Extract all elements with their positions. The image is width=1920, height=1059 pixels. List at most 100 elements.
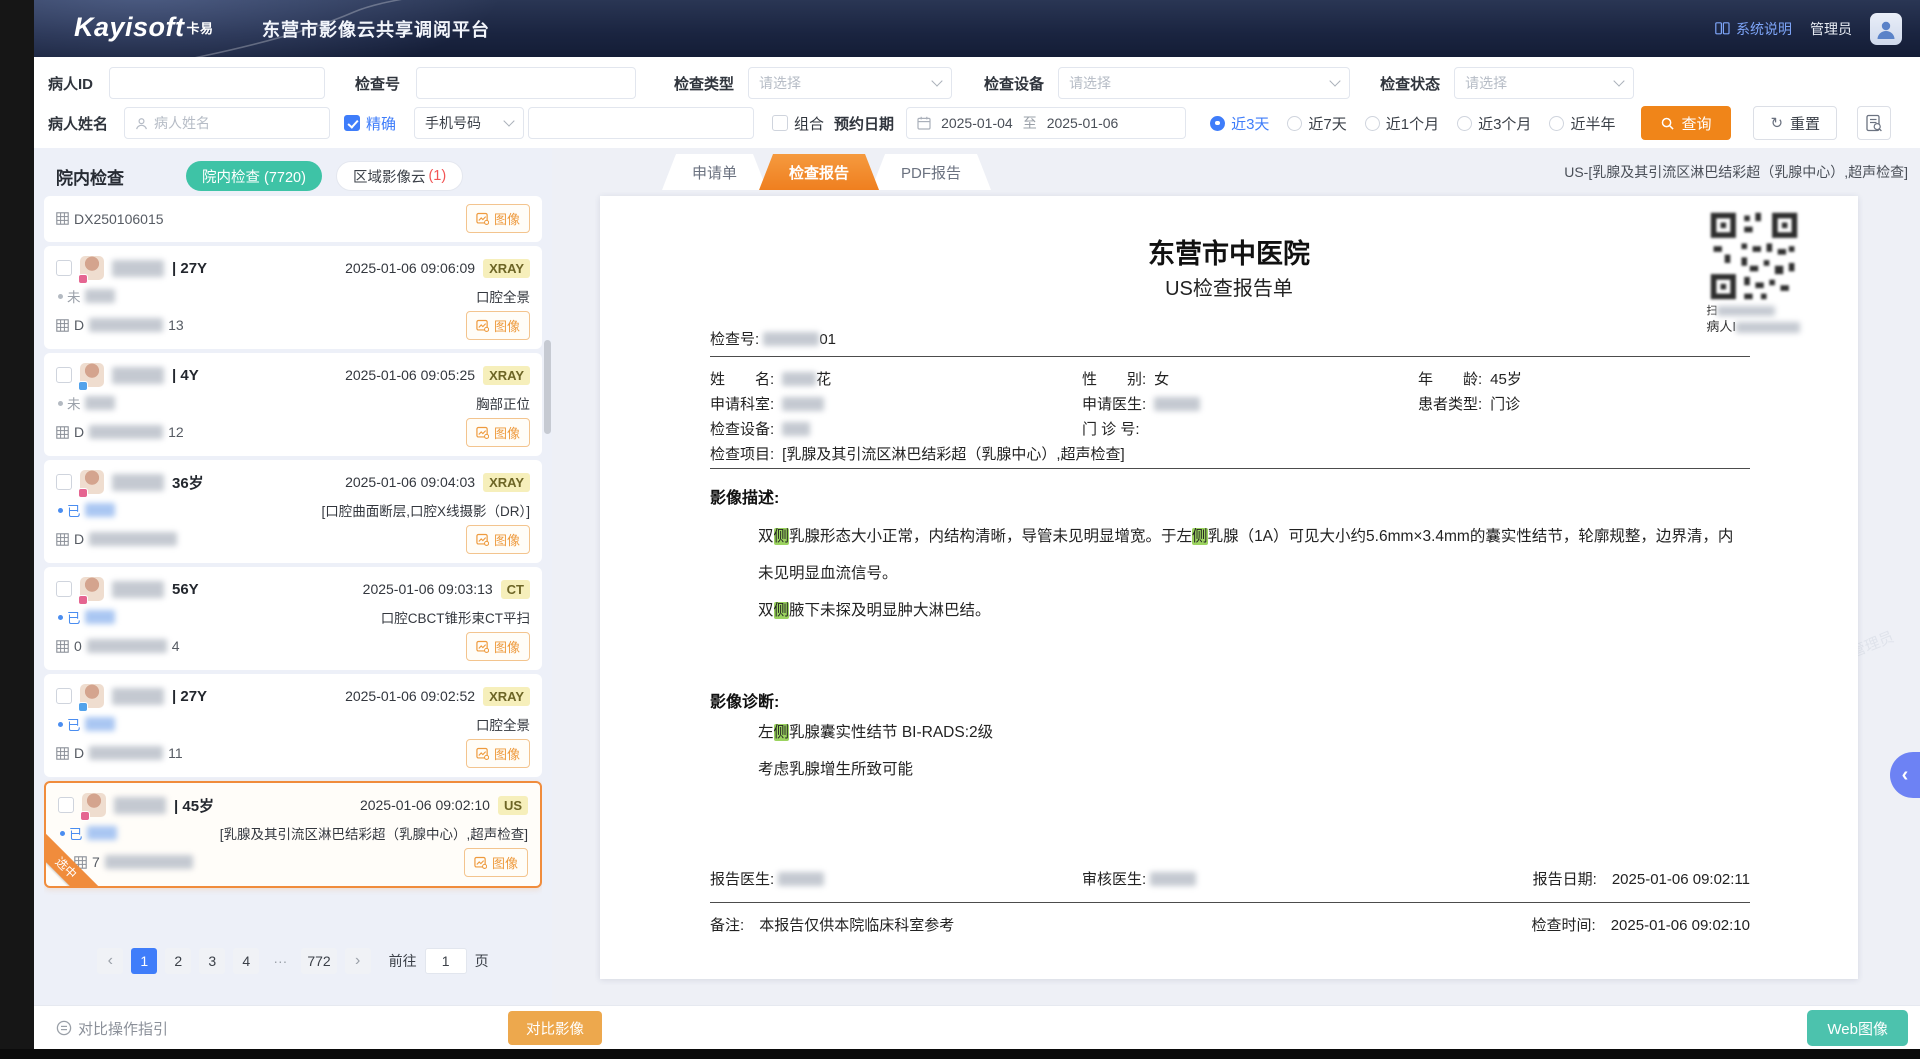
combo-checkbox[interactable] [772, 115, 788, 131]
patient-avatar [80, 470, 104, 494]
phone-input[interactable] [528, 107, 754, 139]
range-7days[interactable]: 近7天 [1287, 113, 1346, 134]
qr-code [1708, 210, 1800, 302]
chevron-down-icon [931, 75, 942, 86]
patient-name-label: 病人姓名 [48, 113, 108, 134]
image-icon [476, 212, 489, 225]
reset-button[interactable]: ↻ 重置 [1753, 106, 1837, 140]
range-halfyear[interactable]: 近半年 [1549, 113, 1615, 134]
image-button[interactable]: 图像 [466, 525, 530, 554]
system-help-link[interactable]: 系统说明 [1715, 19, 1792, 39]
exam-checkbox[interactable] [56, 581, 72, 597]
filter-bar: 病人ID 检查号 检查类型 请选择 检查设备 请选择 检查状态 请选择 病人姓名… [34, 57, 1920, 148]
tab-hospital-exams[interactable]: 院内检查 (7720) [186, 161, 322, 191]
device-select[interactable]: 请选择 [1058, 67, 1350, 99]
range-3months[interactable]: 近3个月 [1457, 113, 1531, 134]
patient-id-label: 病人ID [48, 73, 93, 94]
image-button[interactable]: 图像 [466, 632, 530, 661]
name-label: 姓 名: [710, 371, 774, 388]
exam-card-partial[interactable]: DX250106015 图像 [44, 196, 542, 242]
patient-id-input[interactable] [109, 67, 325, 99]
exam-card[interactable]: 36岁 2025-01-06 09:04:03 XRAY 已 [口腔曲面断层,口… [44, 460, 542, 563]
image-button[interactable]: 图像 [466, 418, 530, 447]
diag-section-body: 左侧乳腺囊实性结节 BI-RADS:2级考虑乳腺增生所致可能 [758, 714, 1748, 788]
layout-tool-button[interactable] [1857, 106, 1891, 140]
report-doc-title: US检查报告单 [600, 272, 1858, 301]
image-button[interactable]: 图像 [466, 204, 530, 233]
exam-no-input[interactable] [416, 67, 636, 99]
search-icon [1661, 117, 1674, 130]
exam-card[interactable]: | 4Y 2025-01-06 09:05:25 XRAY 未 胸部正位 D12… [44, 353, 542, 456]
sex-label: 性 别: [1082, 371, 1146, 388]
exam-description: 胸部正位 [476, 393, 530, 413]
note-label: 备注: [710, 917, 744, 934]
date-range-picker[interactable]: 2025-01-04 至 2025-01-06 [906, 107, 1186, 139]
user-avatar[interactable] [1870, 13, 1902, 45]
image-button[interactable]: 图像 [464, 848, 528, 877]
exam-datetime: 2025-01-06 09:04:03 [345, 474, 475, 490]
tab-exam-report[interactable]: 检查报告 [759, 154, 879, 190]
page-ellipsis[interactable]: ··· [267, 948, 293, 974]
page-next-button[interactable]: › [345, 948, 371, 974]
exam-checkbox[interactable] [58, 797, 74, 813]
image-button[interactable]: 图像 [466, 311, 530, 340]
report-paper: 东营市中医院 US检查报告单 扫 病人I 检查号: 01 姓 名:花 性 别 [600, 196, 1858, 979]
exam-checkbox[interactable] [56, 688, 72, 704]
radio-icon [1365, 116, 1380, 131]
patient-avatar [80, 256, 104, 280]
phone-field-select[interactable]: 手机号码 [414, 107, 524, 139]
patient-avatar [80, 577, 104, 601]
search-button[interactable]: 查询 [1641, 106, 1731, 140]
page-prev-button[interactable]: ‹ [97, 948, 123, 974]
exam-item-label: 检查项目: [710, 446, 774, 463]
exam-checkbox[interactable] [56, 367, 72, 383]
dept-label: 申请科室: [710, 396, 774, 413]
exact-checkbox[interactable] [344, 115, 360, 131]
exam-datetime: 2025-01-06 09:03:13 [363, 581, 493, 597]
goto-page-input[interactable] [425, 948, 467, 974]
web-image-button[interactable]: Web图像 [1807, 1010, 1908, 1046]
exam-card-selected[interactable]: | 45岁 2025-01-06 09:02:10 US 已 [乳腺及其引流区淋… [44, 781, 542, 888]
modality-badge: XRAY [483, 687, 530, 706]
redacted-patient-name [112, 581, 164, 598]
app-logo: Kayisoft卡易 [74, 12, 214, 43]
exam-id: 7 [74, 854, 198, 870]
page-button-3[interactable]: 3 [199, 948, 225, 974]
date-from: 2025-01-04 [941, 115, 1013, 131]
exam-description: 口腔CBCT锥形束CT平扫 [381, 607, 530, 627]
exam-item-value: [乳腺及其引流区淋巴结彩超（乳腺中心）,超声检查] [782, 446, 1125, 463]
image-button[interactable]: 图像 [466, 739, 530, 768]
desc-section-title: 影像描述: [710, 484, 779, 508]
radio-icon [1210, 116, 1225, 131]
patient-type-label: 患者类型: [1418, 396, 1482, 413]
tab-request-form[interactable]: 申请单 [662, 154, 767, 190]
tab-region-cloud[interactable]: 区域影像云(1) [336, 161, 463, 191]
review-doctor-label: 审核医生: [1082, 871, 1146, 888]
hospital-name: 东营市中医院 [600, 232, 1858, 271]
range-1month[interactable]: 近1个月 [1365, 113, 1439, 134]
collapse-panel-button[interactable]: ‹ [1890, 752, 1920, 798]
patient-age: 36岁 [172, 472, 204, 493]
page-button-1[interactable]: 1 [131, 948, 157, 974]
range-3days[interactable]: 近3天 [1210, 113, 1269, 134]
exam-list-sidebar: 院内检查 院内检查 (7720) 区域影像云(1) DX250106015 图像… [34, 148, 552, 1005]
patient-name-input[interactable]: 病人姓名 [124, 107, 330, 139]
exam-card[interactable]: | 27Y 2025-01-06 09:02:52 XRAY 已 口腔全景 D1… [44, 674, 542, 777]
page-button-4[interactable]: 4 [233, 948, 259, 974]
exam-card[interactable]: 56Y 2025-01-06 09:03:13 CT 已 口腔CBCT锥形束CT… [44, 567, 542, 670]
status-select[interactable]: 请选择 [1454, 67, 1634, 99]
page-button-2[interactable]: 2 [165, 948, 191, 974]
patient-age: 56Y [172, 581, 199, 598]
compare-guide-link[interactable]: 对比操作指引 [56, 1006, 168, 1050]
page-button-last[interactable]: 772 [301, 948, 336, 974]
exam-checkbox[interactable] [56, 260, 72, 276]
tab-pdf-report[interactable]: PDF报告 [871, 154, 991, 190]
exam-type-select[interactable]: 请选择 [748, 67, 952, 99]
report-status: 已 [60, 823, 117, 843]
patient-avatar [80, 684, 104, 708]
exam-checkbox[interactable] [56, 474, 72, 490]
exam-card[interactable]: | 27Y 2025-01-06 09:06:09 XRAY 未 口腔全景 D1… [44, 246, 542, 349]
sidebar-title: 院内检查 [56, 164, 124, 189]
compare-images-button[interactable]: 对比影像 [508, 1011, 602, 1045]
list-scrollbar-thumb[interactable] [544, 340, 551, 434]
